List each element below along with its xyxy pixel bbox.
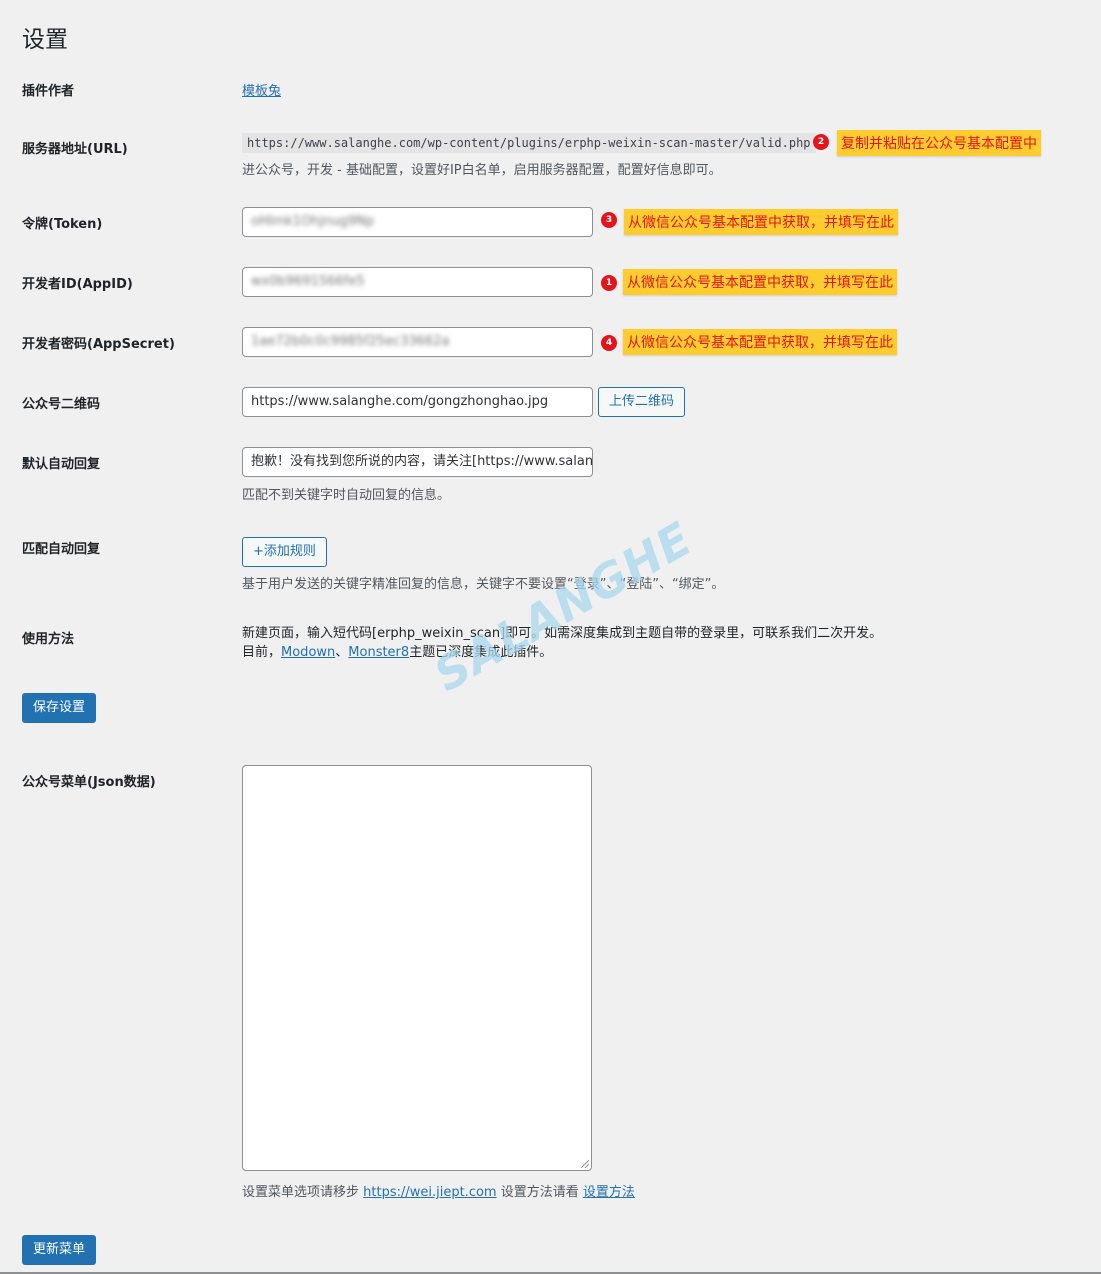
appid-label: 开发者ID(AppID) bbox=[22, 277, 133, 292]
resize-grip-icon[interactable] bbox=[579, 1158, 589, 1168]
appsecret-input[interactable]: 1ae72b0c0c9985f25ec33662a bbox=[242, 327, 593, 357]
token-value: oHImk1Ohjnug9Np bbox=[251, 214, 375, 229]
token-input[interactable]: oHImk1Ohjnug9Np bbox=[242, 207, 593, 237]
token-annotation: 从微信公众号基本配置中获取，并填写在此 bbox=[624, 209, 898, 235]
usage-label: 使用方法 bbox=[22, 632, 75, 647]
author-link[interactable]: 模板兔 bbox=[242, 80, 281, 99]
setup-method-link[interactable]: 设置方法 bbox=[583, 1185, 635, 1200]
appsecret-label: 开发者密码(AppSecret) bbox=[22, 337, 175, 352]
server-url-description: 进公众号，开发 - 基础配置，设置好IP白名单，启用服务器配置，配置好信息即可。 bbox=[242, 163, 722, 178]
menu-help-text: 设置菜单选项请移步 https://wei.jiept.com 设置方法请看 设… bbox=[242, 1181, 635, 1200]
menu-json-textarea[interactable] bbox=[242, 765, 592, 1171]
server-url-annotation: 复制并粘贴在公众号基本配置中 bbox=[837, 130, 1041, 156]
qrcode-value: https://www.salanghe.com/gongzhonghao.jp… bbox=[251, 394, 549, 409]
appsecret-value: 1ae72b0c0c9985f25ec33662a bbox=[251, 334, 450, 349]
step-badge-2: 2 bbox=[813, 134, 829, 150]
appsecret-annotation: 从微信公众号基本配置中获取，并填写在此 bbox=[623, 329, 897, 355]
menu-help-middle: 设置方法请看 bbox=[496, 1185, 583, 1200]
server-url-code[interactable]: https://www.salanghe.com/wp-content/plug… bbox=[242, 133, 816, 153]
add-rule-button[interactable]: +添加规则 bbox=[242, 537, 327, 567]
usage-line-2-prefix: 目前， bbox=[242, 645, 282, 660]
appid-value: wx0b9691566fe5 bbox=[251, 274, 365, 289]
step-badge-4: 4 bbox=[601, 335, 617, 351]
qrcode-input[interactable]: https://www.salanghe.com/gongzhonghao.jp… bbox=[242, 387, 593, 417]
appid-annotation: 从微信公众号基本配置中获取，并填写在此 bbox=[623, 269, 897, 295]
default-reply-description: 匹配不到关键字时自动回复的信息。 bbox=[242, 488, 451, 503]
menu-json-label: 公众号菜单(Json数据) bbox=[22, 775, 156, 790]
upload-qrcode-button[interactable]: 上传二维码 bbox=[598, 387, 686, 417]
match-reply-label: 匹配自动回复 bbox=[22, 542, 101, 557]
default-reply-value: 抱歉！没有找到您所说的内容，请关注[https://www.salanghe.c… bbox=[251, 454, 593, 469]
save-settings-button[interactable]: 保存设置 bbox=[22, 693, 97, 723]
server-url-label: 服务器地址(URL) bbox=[22, 142, 128, 157]
usage-line-2-separator: 、 bbox=[335, 645, 349, 660]
jiept-link[interactable]: https://wei.jiept.com bbox=[363, 1185, 496, 1200]
usage-line-1: 新建页面，输入短代码[erphp_weixin_scan]即可。如需深度集成到主… bbox=[242, 626, 883, 641]
page-title: 设置 bbox=[22, 27, 68, 53]
token-label: 令牌(Token) bbox=[22, 217, 103, 232]
qrcode-label: 公众号二维码 bbox=[22, 397, 101, 412]
modown-link[interactable]: Modown bbox=[281, 645, 335, 660]
appid-input[interactable]: wx0b9691566fe5 bbox=[242, 267, 593, 297]
monster8-link[interactable]: Monster8 bbox=[348, 645, 409, 660]
default-reply-label: 默认自动回复 bbox=[22, 457, 101, 472]
update-menu-button[interactable]: 更新菜单 bbox=[22, 1235, 97, 1265]
author-label: 插件作者 bbox=[22, 84, 75, 99]
usage-line-2-suffix: 主题已深度集成此插件。 bbox=[409, 645, 553, 660]
match-reply-description: 基于用户发送的关键字精准回复的信息，关键字不要设置“登录”、“登陆”、“绑定”。 bbox=[242, 577, 725, 592]
salanghe-watermark: SALANGHE bbox=[425, 511, 702, 702]
step-badge-1: 1 bbox=[601, 275, 617, 291]
menu-help-prefix: 设置菜单选项请移步 bbox=[242, 1185, 364, 1200]
usage-line-2: 目前，Modown、Monster8主题已深度集成此插件。 bbox=[242, 641, 552, 660]
default-reply-input[interactable]: 抱歉！没有找到您所说的内容，请关注[https://www.salanghe.c… bbox=[242, 447, 593, 477]
step-badge-3: 3 bbox=[601, 212, 617, 228]
